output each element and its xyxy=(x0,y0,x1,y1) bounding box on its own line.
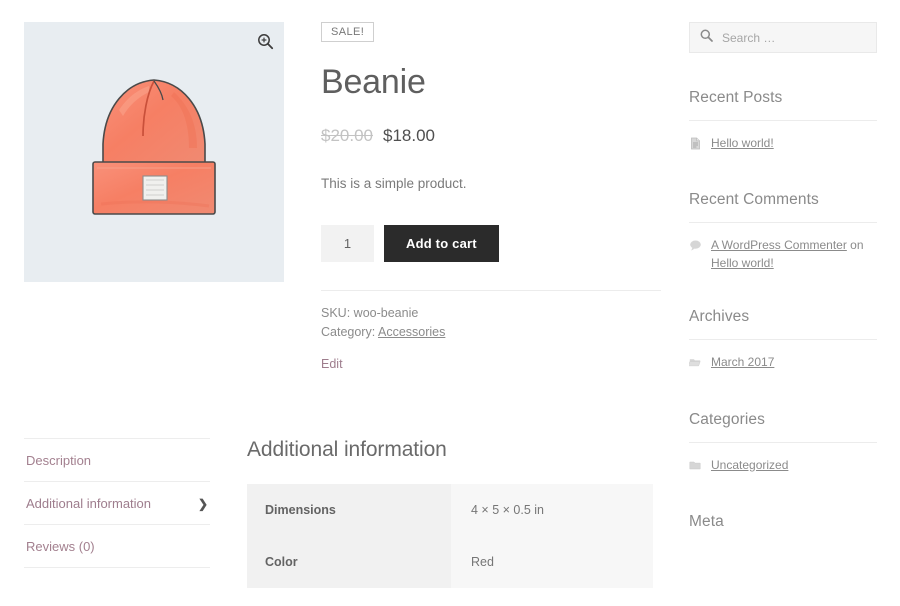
quantity-input[interactable] xyxy=(321,225,374,262)
category-link[interactable]: Uncategorized xyxy=(711,458,788,472)
widget-meta: Meta xyxy=(689,513,877,531)
list-item: March 2017 xyxy=(689,354,877,374)
widget-separator xyxy=(689,339,877,340)
post-link[interactable]: Hello world! xyxy=(711,136,774,150)
widget-title: Recent Posts xyxy=(689,89,877,107)
archive-link[interactable]: March 2017 xyxy=(711,355,774,369)
list-item: Hello world! xyxy=(689,135,877,155)
search-widget[interactable] xyxy=(689,22,877,53)
attribute-label: Dimensions xyxy=(247,484,451,536)
widget-separator xyxy=(689,222,877,223)
product-tabs: Description Additional information ❯ Rev… xyxy=(24,438,210,568)
table-row: Color Red xyxy=(247,536,653,588)
comment-on-text: on xyxy=(847,238,864,252)
panel-title: Additional information xyxy=(247,438,653,462)
comment-post-link[interactable]: Hello world! xyxy=(711,256,774,270)
widget-separator xyxy=(689,120,877,121)
widget-recent-comments: Recent Comments A WordPress Commenter on… xyxy=(689,191,877,272)
comment-author-link[interactable]: A WordPress Commenter xyxy=(711,238,847,252)
tab-description[interactable]: Description xyxy=(24,439,210,482)
meta-divider xyxy=(321,290,661,291)
widget-title: Archives xyxy=(689,308,877,326)
attribute-value: 4 × 5 × 0.5 in xyxy=(451,484,653,536)
folder-open-icon xyxy=(689,356,702,374)
attribute-value: Red xyxy=(451,536,653,588)
widget-separator xyxy=(689,442,877,443)
attributes-table: Dimensions 4 × 5 × 0.5 in Color Red xyxy=(247,484,653,588)
category-row: Category: Accessories xyxy=(321,323,661,342)
widget-list: Uncategorized xyxy=(689,457,877,477)
product-gallery[interactable] xyxy=(24,22,284,282)
widget-categories: Categories Uncategorized xyxy=(689,411,877,477)
add-to-cart-button[interactable]: Add to cart xyxy=(384,225,499,262)
list-item-text: A WordPress Commenter on Hello world! xyxy=(711,237,877,272)
price-original: $20.00 xyxy=(321,126,373,145)
beanie-illustration xyxy=(79,72,229,232)
tab-reviews[interactable]: Reviews (0) xyxy=(24,525,210,568)
widget-title: Meta xyxy=(689,513,877,531)
list-item-text: Hello world! xyxy=(711,135,877,152)
tab-label: Description xyxy=(26,453,91,468)
attribute-label: Color xyxy=(247,536,451,588)
document-icon xyxy=(689,137,702,155)
sidebar: Recent Posts Hello world! xyxy=(689,22,877,544)
widget-archives: Archives March 2017 xyxy=(689,308,877,374)
tab-label: Reviews (0) xyxy=(26,539,95,554)
list-item: Uncategorized xyxy=(689,457,877,477)
magnifier-plus-icon[interactable] xyxy=(252,28,278,54)
category-link[interactable]: Accessories xyxy=(378,325,445,339)
product-image[interactable] xyxy=(24,22,284,282)
add-to-cart-form: Add to cart xyxy=(321,225,661,262)
folder-icon xyxy=(689,459,702,477)
widget-title: Categories xyxy=(689,411,877,429)
short-description: This is a simple product. xyxy=(321,173,661,195)
table-row: Dimensions 4 × 5 × 0.5 in xyxy=(247,484,653,536)
tab-additional-information[interactable]: Additional information ❯ xyxy=(24,482,210,525)
product-summary: SALE! Beanie $20.00 $18.00 This is a simp… xyxy=(321,22,661,373)
sku-value: woo-beanie xyxy=(354,306,419,320)
sku-row: SKU: woo-beanie xyxy=(321,304,661,323)
list-item-text: Uncategorized xyxy=(711,457,877,474)
comment-icon xyxy=(689,239,702,257)
category-label: Category: xyxy=(321,325,375,339)
widget-list: Hello world! xyxy=(689,135,877,155)
tab-label: Additional information xyxy=(26,496,151,511)
price-sale: $18.00 xyxy=(383,126,435,145)
additional-information-panel: Additional information Dimensions 4 × 5 … xyxy=(247,438,653,588)
edit-product-link[interactable]: Edit xyxy=(321,357,343,371)
sale-badge: SALE! xyxy=(321,22,374,42)
widget-recent-posts: Recent Posts Hello world! xyxy=(689,89,877,155)
chevron-right-icon: ❯ xyxy=(198,498,208,510)
search-input[interactable] xyxy=(722,31,862,45)
list-item: A WordPress Commenter on Hello world! xyxy=(689,237,877,272)
product-title: Beanie xyxy=(321,64,661,101)
sku-label: SKU: xyxy=(321,306,350,320)
list-item-text: March 2017 xyxy=(711,354,877,371)
product-price: $20.00 $18.00 xyxy=(321,126,661,146)
widget-list: March 2017 xyxy=(689,354,877,374)
search-icon xyxy=(700,29,713,47)
product-page: SALE! Beanie $20.00 $18.00 This is a simp… xyxy=(0,0,900,606)
widget-list: A WordPress Commenter on Hello world! xyxy=(689,237,877,272)
widget-title: Recent Comments xyxy=(689,191,877,209)
product-meta: SKU: woo-beanie Category: Accessories xyxy=(321,304,661,343)
